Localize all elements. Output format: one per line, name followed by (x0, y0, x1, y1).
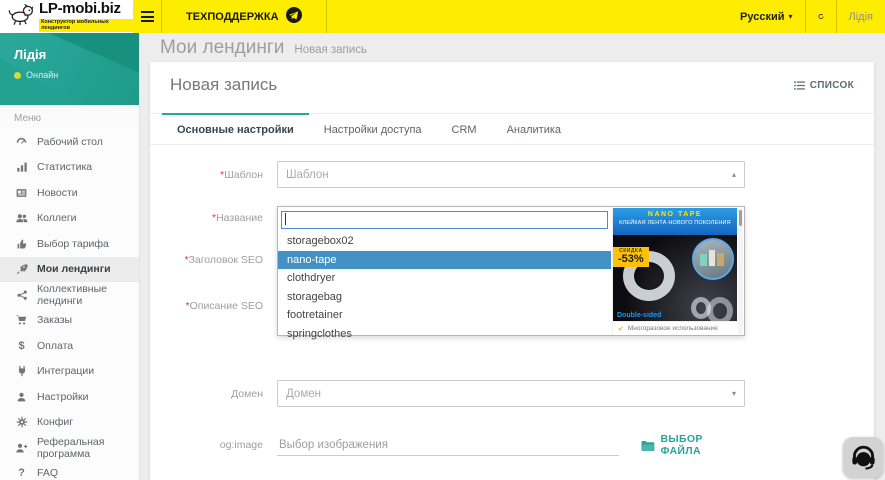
form: *Шаблон Шаблон ▴ s (150, 145, 874, 457)
telegram-icon (286, 7, 302, 26)
user-plus-icon (14, 442, 29, 454)
caret-up-icon: ▴ (732, 170, 736, 179)
user-icon (14, 391, 29, 403)
gear-icon (14, 416, 29, 428)
og-image-label: og:image (170, 439, 263, 451)
support-chat-widget[interactable] (843, 437, 883, 478)
sidebar-item-my-landings[interactable]: Мои лендинги (0, 257, 139, 283)
breadcrumb: Мои лендинги Новая запись (140, 33, 885, 62)
support-button[interactable]: ТЕХПОДДЕРЖКА (162, 0, 326, 33)
choose-file-button[interactable]: ВЫБОР ФАЙЛА (641, 433, 745, 457)
name-label: *Название (170, 212, 263, 224)
sidebar-item-colleagues[interactable]: Коллеги (0, 206, 139, 232)
topbar: LP-mobi.biz Конструктор мобильных лендин… (0, 0, 885, 33)
support-label: ТЕХПОДДЕРЖКА (186, 11, 279, 23)
colleagues-icon (14, 212, 29, 224)
check-icon: ✔ (618, 325, 624, 333)
dollar-icon: $ (14, 340, 29, 352)
preview-product-image: СКИДКА -53% Double-sided (613, 235, 737, 321)
tab-access-settings[interactable]: Настройки доступа (309, 113, 437, 144)
share-icon (14, 289, 29, 301)
stats-icon (14, 161, 29, 173)
seo-description-label: *Описание SEO (170, 300, 263, 312)
list-icon (794, 81, 805, 90)
sidebar-item-news[interactable]: Новости (0, 180, 139, 206)
preview-caption: Double-sided (617, 312, 661, 319)
news-icon (14, 187, 29, 199)
headset-icon (850, 444, 877, 471)
dashboard-icon (14, 135, 29, 148)
breadcrumb-section: Мои лендинги (160, 37, 284, 59)
preview-subtitle: КЛЕЙКАЯ ЛЕНТА НОВОГО ПОКОЛЕНИЯ (613, 220, 737, 226)
logo[interactable]: LP-mobi.biz Конструктор мобильных лендин… (0, 0, 133, 33)
tab-crm[interactable]: CRM (437, 113, 492, 144)
logo-title: LP-mobi.biz (39, 0, 121, 17)
sidebar-item-settings[interactable]: Настройки (0, 384, 139, 410)
template-select[interactable]: Шаблон ▴ (277, 161, 745, 188)
option-springclothes[interactable]: springclothes (278, 325, 611, 344)
option-footretainer[interactable]: footretainer (278, 306, 611, 325)
sidebar-item-faq[interactable]: ? FAQ (0, 461, 139, 480)
template-label: *Шаблон (170, 169, 263, 181)
hamburger-menu-icon[interactable] (133, 0, 161, 33)
discount-badge: СКИДКА -53% (613, 247, 649, 267)
page-title: Новая запись (170, 75, 277, 95)
option-clothdryer[interactable]: clothdryer (278, 269, 611, 288)
sidebar-item-statistics[interactable]: Статистика (0, 155, 139, 181)
sidebar-item-dashboard[interactable]: Рабочий стол (0, 129, 139, 155)
plug-icon (14, 365, 29, 377)
og-image-input[interactable] (277, 435, 619, 456)
question-icon: ? (14, 467, 29, 479)
preview-inset-photo (692, 238, 734, 280)
sidebar-item-config[interactable]: Конфиг (0, 410, 139, 436)
topbar-yellow: ТЕХПОДДЕРЖКА Русский ▾ Лідія (133, 0, 885, 33)
online-status-label: Онлайн (26, 70, 58, 80)
domain-label: Домен (170, 388, 263, 400)
dropdown-scrollbar[interactable] (738, 208, 743, 334)
option-storagebox02[interactable]: storagebox02 (278, 232, 611, 251)
template-preview: NANO TAPE КЛЕЙКАЯ ЛЕНТА НОВОГО ПОКОЛЕНИЯ… (612, 208, 737, 335)
template-search-input[interactable] (281, 211, 608, 229)
content-card: Новая запись СПИСОК Основные настройки Н… (150, 62, 874, 480)
preview-feature: Многоразовое использование (628, 325, 718, 332)
sidebar-item-integrations[interactable]: Интеграции (0, 359, 139, 385)
folder-icon (641, 440, 655, 451)
sidebar: Лідія Онлайн Меню Рабочий стол Статистик… (0, 33, 140, 480)
breadcrumb-current: Новая запись (294, 44, 367, 56)
template-dropdown: storagebox02 nano-tape clothdryer storag… (277, 206, 745, 336)
sidebar-item-tariff[interactable]: Выбор тарифа (0, 231, 139, 257)
thumbs-up-icon (14, 238, 29, 250)
template-options: storagebox02 nano-tape clothdryer storag… (278, 232, 611, 343)
tab-main-settings[interactable]: Основные настройки (162, 113, 309, 144)
caret-down-icon: ▾ (732, 389, 736, 398)
option-storagebag[interactable]: storagebag (278, 288, 611, 307)
logo-subtitle: Конструктор мобильных лендингов (39, 19, 133, 32)
tab-analytics[interactable]: Аналитика (492, 113, 576, 144)
preview-title: NANO TAPE (613, 211, 737, 218)
language-label: Русский (740, 11, 784, 23)
main-content: Мои лендинги Новая запись Новая запись С… (140, 33, 885, 480)
sidebar-item-referral[interactable]: Реферальная программа (0, 435, 139, 461)
sidebar-username: Лідія (14, 47, 139, 62)
language-selector[interactable]: Русский ▾ (728, 0, 804, 33)
tabs: Основные настройки Настройки доступа CRM… (150, 113, 874, 145)
sidebar-item-orders[interactable]: Заказы (0, 308, 139, 334)
menu-section-label: Меню (0, 105, 139, 129)
sidebar-nav: Рабочий стол Статистика Новости Коллеги … (0, 129, 139, 480)
cart-icon (14, 314, 29, 326)
chevron-down-icon: ▾ (789, 12, 793, 21)
refresh-icon (818, 10, 824, 23)
seo-title-label: *Заголовок SEO (170, 254, 263, 266)
refresh-button[interactable] (806, 0, 836, 33)
sidebar-item-collective-landings[interactable]: Коллективные лендинги (0, 282, 139, 308)
sidebar-user-panel: Лідія Онлайн (0, 33, 139, 105)
rocket-icon (14, 263, 29, 275)
online-status-dot (14, 72, 21, 79)
list-button[interactable]: СПИСОК (794, 80, 854, 91)
domain-select[interactable]: Домен ▾ (277, 380, 745, 407)
topbar-username[interactable]: Лідія (837, 0, 885, 33)
sidebar-item-payment[interactable]: $ Оплата (0, 333, 139, 359)
dog-logo-icon (8, 2, 34, 31)
option-nano-tape[interactable]: nano-tape (278, 251, 611, 270)
